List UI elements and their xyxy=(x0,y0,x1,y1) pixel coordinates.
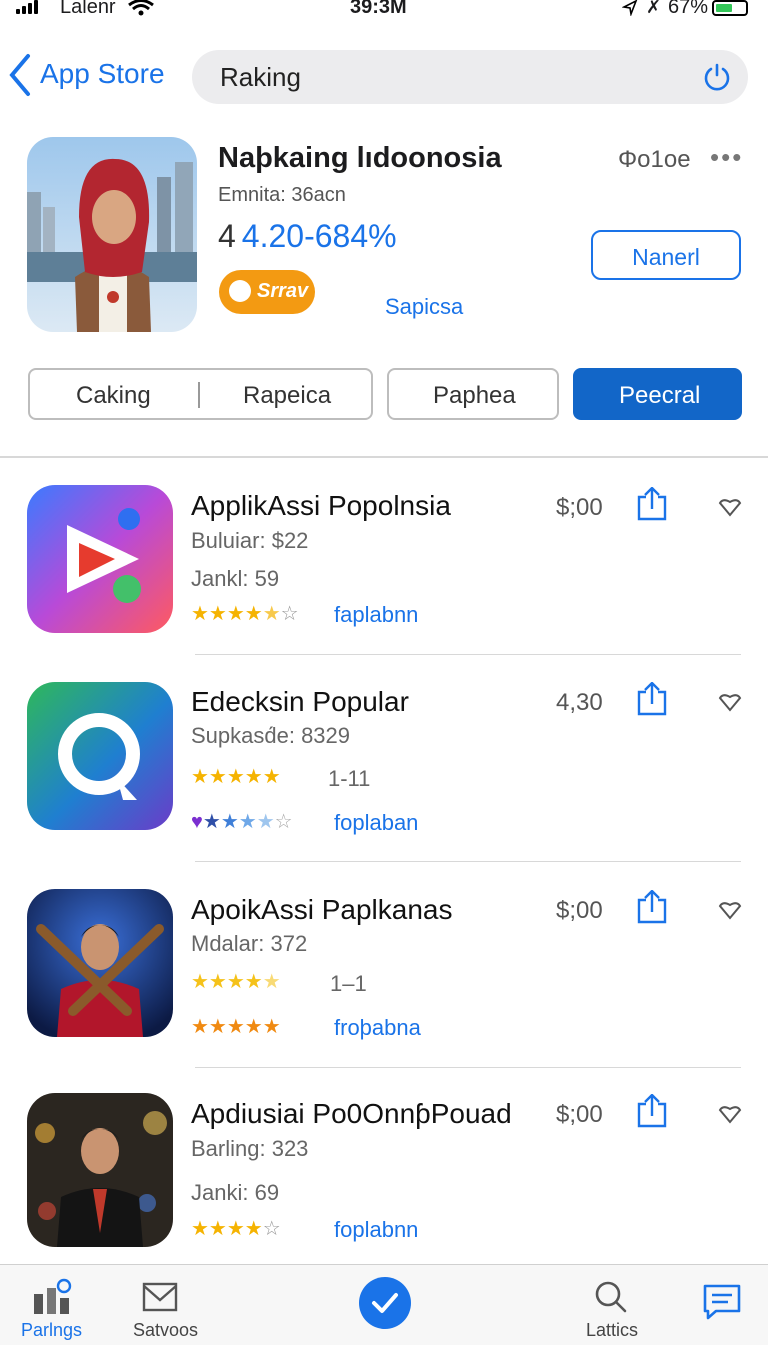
battery-icon xyxy=(712,0,748,16)
favorite-icon[interactable] xyxy=(718,497,742,517)
app-price: 4,30 xyxy=(556,689,603,716)
app-meta: Buluiar: $22 xyxy=(191,528,309,553)
app-title[interactable]: Edecksin Popular xyxy=(191,686,409,718)
tab-lattics[interactable]: Lattics xyxy=(580,1278,650,1340)
messages-icon[interactable] xyxy=(702,1283,742,1321)
featured-app-title: Naþkaing lıdoonosia xyxy=(218,142,502,174)
wifi-icon xyxy=(128,0,154,16)
location-icon xyxy=(622,0,638,16)
app-link[interactable]: foplabnn xyxy=(334,1217,418,1243)
featured-badge-button[interactable]: Srrav xyxy=(219,270,315,314)
featured-app-subtitle: Emnita: 36acn xyxy=(218,184,346,206)
badge-icon xyxy=(229,280,251,302)
app-title[interactable]: ApoikAssi Paplkanas xyxy=(191,894,452,926)
checkmark-button[interactable] xyxy=(359,1277,411,1329)
share-icon[interactable] xyxy=(636,682,668,716)
checkmark-icon xyxy=(372,1293,398,1313)
app-link[interactable]: froþabna xyxy=(334,1015,421,1041)
share-icon[interactable] xyxy=(636,487,668,521)
featured-action-button[interactable]: Nanerl xyxy=(591,230,741,280)
share-icon[interactable] xyxy=(636,1094,668,1128)
row-separator xyxy=(195,654,741,655)
rating-stars: ★★★★★☆ xyxy=(191,603,299,625)
more-icon[interactable]: ••• xyxy=(710,142,743,173)
tab-caking[interactable]: Caking xyxy=(76,382,151,410)
rating-count: 1–1 xyxy=(330,971,367,996)
carrier-label: Lalenr xyxy=(60,0,116,18)
search-icon xyxy=(595,1281,627,1313)
tab-peecral[interactable]: Peecral xyxy=(573,368,742,420)
tab-satvoos[interactable]: Satvoos xyxy=(130,1278,200,1340)
mail-icon xyxy=(142,1282,178,1312)
tab-rapeica[interactable]: Rapeica xyxy=(243,382,331,410)
app-meta: Barling: 323 xyxy=(191,1136,309,1161)
back-chevron-icon[interactable] xyxy=(6,52,34,98)
rating-stars-secondary: ♥★★★★☆ xyxy=(191,811,293,833)
app-icon-video[interactable] xyxy=(27,485,173,633)
featured-stat: Φo1oe xyxy=(618,146,691,173)
signal-icon xyxy=(16,0,46,14)
app-meta-secondary: Jankl: 59 xyxy=(191,566,280,591)
battery-percent: 67% xyxy=(668,0,709,18)
app-link[interactable]: faplabnn xyxy=(334,602,418,628)
row-separator xyxy=(195,861,741,862)
rating-stars: ★★★★★ xyxy=(191,766,281,788)
section-divider xyxy=(0,456,768,458)
favorite-icon[interactable] xyxy=(718,692,742,712)
tab-paphea[interactable]: Paphea xyxy=(387,368,559,420)
app-link[interactable]: foplaban xyxy=(334,810,418,836)
rating-stars: ★★★★★ xyxy=(191,971,281,993)
app-icon-musician[interactable] xyxy=(27,889,173,1037)
tab-parlngs[interactable]: Parlngs xyxy=(18,1278,88,1340)
refresh-icon[interactable] xyxy=(702,62,732,92)
app-title[interactable]: ApplikAssi Popolnsia xyxy=(191,490,451,522)
rankings-icon xyxy=(34,1278,72,1314)
rating-stars: ★★★★☆ xyxy=(191,1218,281,1240)
rating-stars-secondary: ★★★★★ xyxy=(191,1016,281,1038)
app-icon-chat[interactable] xyxy=(27,682,173,830)
featured-app-price: 4 4.20-684% xyxy=(218,218,397,254)
search-input[interactable]: Raking xyxy=(192,50,748,104)
app-meta: Supkasd́e: 8329 xyxy=(191,723,351,748)
segment-divider xyxy=(198,382,200,408)
rating-count: 1-11 xyxy=(328,766,371,791)
app-meta: Mdalar: 372 xyxy=(191,931,308,956)
row-separator xyxy=(195,1067,741,1068)
app-icon-presenter[interactable] xyxy=(27,1093,173,1247)
app-price: $;00 xyxy=(556,494,603,521)
favorite-icon[interactable] xyxy=(718,900,742,920)
app-meta-secondary: Janki: 69 xyxy=(191,1180,280,1205)
app-title[interactable]: Apdiusiai Po0OnnƥPouad xyxy=(191,1098,512,1130)
app-price: $;00 xyxy=(556,1101,603,1128)
search-text: Raking xyxy=(220,62,301,92)
clock: 39:3M xyxy=(350,0,407,18)
status-bar: Lalenr 39:3M ✗ 67% xyxy=(0,0,768,22)
bluetooth-icon: ✗ xyxy=(646,0,662,17)
featured-link[interactable]: Sapicsa xyxy=(385,294,463,320)
featured-app-image[interactable] xyxy=(27,137,197,332)
favorite-icon[interactable] xyxy=(718,1104,742,1124)
share-icon[interactable] xyxy=(636,890,668,924)
back-button[interactable]: App Store xyxy=(40,58,165,90)
app-price: $;00 xyxy=(556,897,603,924)
segment-group-1: Caking Rapeica xyxy=(28,368,373,420)
